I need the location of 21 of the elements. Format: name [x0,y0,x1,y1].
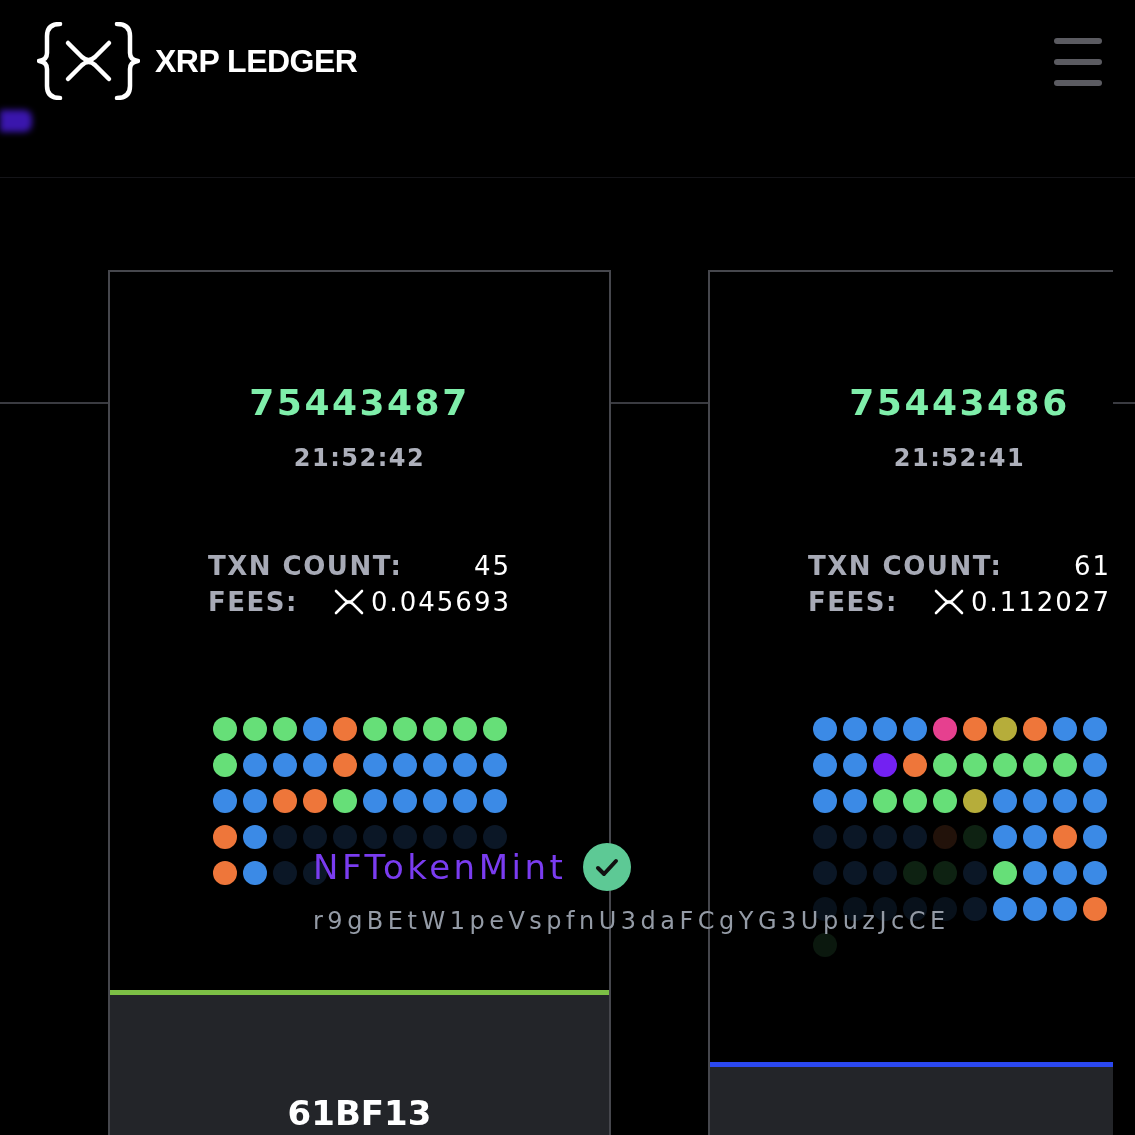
txn-count: 61 [1073,550,1111,583]
stat-label: FEES: [208,586,298,619]
stat-label: FEES: [808,586,898,619]
stat-label: TXN COUNT: [208,550,403,583]
stat-label: TXN COUNT: [808,550,1003,583]
ledger-index[interactable]: 75443486 [849,381,1070,425]
txn-count: 45 [473,550,511,583]
xrp-icon [333,589,364,615]
ledger-hash: 61BF13 [287,1095,432,1131]
glow-shape [0,110,32,132]
account-address: r9gBEtW1peVspfnU3daFCgYG3UpuzJcCE [313,910,950,932]
xrp-icon [933,589,964,615]
fee-amount: 0.112027 [970,586,1111,619]
transaction-type: NFTokenMint [313,852,567,882]
brand-name[interactable]: XRP LEDGER [155,45,358,77]
fee-amount: 0.045693 [370,586,511,619]
logo-icon[interactable] [37,22,140,100]
ledger-index[interactable]: 75443487 [249,381,470,425]
close-time: 21:52:41 [893,443,1026,474]
close-time: 21:52:42 [293,443,426,474]
menu-icon[interactable] [1054,38,1102,86]
